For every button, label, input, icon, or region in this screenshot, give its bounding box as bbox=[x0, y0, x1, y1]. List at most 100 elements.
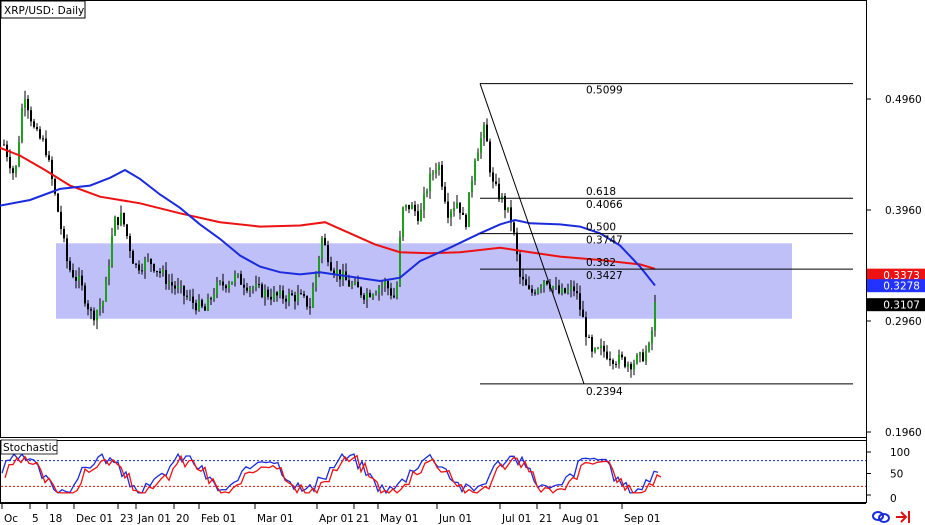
candle-body bbox=[177, 286, 179, 289]
candle-body bbox=[63, 228, 65, 239]
candle-body bbox=[30, 110, 32, 122]
candle-body bbox=[276, 292, 278, 296]
y-tick-label: 0.1960 bbox=[885, 427, 922, 439]
candle-body bbox=[123, 212, 125, 225]
fib-value-label: 0.2394 bbox=[586, 386, 623, 398]
chart-root: 0.5099 0.6180.4066 0.5000.3747 0.3820.3427 0… bbox=[0, 0, 925, 525]
candle-body bbox=[393, 295, 395, 298]
candle-body bbox=[27, 99, 29, 111]
candle-body bbox=[93, 310, 95, 321]
candle-body bbox=[39, 129, 41, 139]
stochastic-title: Stochastic bbox=[3, 442, 58, 454]
candle-body bbox=[60, 211, 62, 229]
candle-body bbox=[285, 298, 287, 302]
stochastic-frame bbox=[0, 440, 867, 503]
candle-body bbox=[528, 285, 530, 289]
candle-body bbox=[585, 317, 587, 338]
x-tick-label: Oc bbox=[4, 513, 18, 525]
candle-body bbox=[240, 274, 242, 285]
candle-body bbox=[252, 287, 254, 289]
candle-body bbox=[348, 280, 350, 287]
candle-body bbox=[132, 250, 134, 264]
fib-value-label: 0.4066 bbox=[586, 199, 623, 211]
candle-body bbox=[579, 293, 581, 310]
x-tick-label: Jun 01 bbox=[438, 513, 472, 525]
candle-body bbox=[297, 293, 299, 302]
candle-body bbox=[486, 124, 488, 142]
candle-body bbox=[141, 270, 143, 272]
candle-body bbox=[225, 285, 227, 289]
candle-body bbox=[372, 294, 374, 298]
candle-body bbox=[138, 264, 140, 271]
candle-body bbox=[651, 330, 653, 344]
candle-body bbox=[438, 164, 440, 170]
y-tick-label: 0.2960 bbox=[885, 316, 922, 328]
candle-body bbox=[81, 275, 83, 286]
candle-body bbox=[195, 302, 197, 311]
candle-body bbox=[489, 141, 491, 173]
candle-body bbox=[420, 209, 422, 221]
candle-body bbox=[171, 282, 173, 286]
candle-body bbox=[441, 164, 443, 187]
candle-body bbox=[336, 269, 338, 275]
candle-body bbox=[183, 285, 185, 296]
candle-body bbox=[612, 360, 614, 364]
candle-body bbox=[306, 295, 308, 307]
price-badge-label: 0.3278 bbox=[883, 281, 920, 293]
candle-body bbox=[522, 276, 524, 280]
candle-body bbox=[51, 159, 53, 180]
candle-body bbox=[597, 348, 599, 350]
candle-body bbox=[561, 288, 563, 294]
candle-body bbox=[609, 358, 611, 361]
candle-body bbox=[555, 285, 557, 287]
candle-body bbox=[570, 286, 572, 290]
candle-body bbox=[645, 351, 647, 362]
x-tick-label: Sep 01 bbox=[624, 513, 661, 525]
candle-body bbox=[222, 281, 224, 286]
candle-body bbox=[315, 272, 317, 288]
candle-body bbox=[624, 357, 626, 367]
candle-body bbox=[249, 288, 251, 291]
x-axis-ticks: Oc 5 18 Dec 01 23 Jan 01 20 Feb 01 Mar 01 Apr 01 2… bbox=[1, 503, 661, 525]
candle-body bbox=[351, 284, 353, 287]
chart-title: XRP/USD: Daily bbox=[4, 5, 84, 17]
candle-body bbox=[117, 217, 119, 226]
candle-body bbox=[66, 238, 68, 262]
candle-body bbox=[381, 285, 383, 288]
candle-body bbox=[75, 277, 77, 281]
x-tick-label: Jul 01 bbox=[501, 513, 531, 525]
arrow-icon[interactable] bbox=[896, 511, 910, 523]
candle-body bbox=[537, 288, 539, 294]
x-tick-label: May 01 bbox=[380, 513, 418, 525]
candle-body bbox=[210, 298, 212, 300]
candle-body bbox=[630, 363, 632, 370]
candle-body bbox=[72, 270, 74, 278]
candle-body bbox=[294, 295, 296, 302]
fib-ratio-label: 0.500 bbox=[586, 222, 616, 234]
candle-body bbox=[513, 222, 515, 233]
candle-body bbox=[603, 345, 605, 352]
candle-body bbox=[90, 309, 92, 311]
candle-body bbox=[111, 235, 113, 266]
candle-body bbox=[204, 306, 206, 311]
candle-body bbox=[426, 191, 428, 194]
candle-body bbox=[84, 285, 86, 304]
stochastic-y-ticks: 0 50 100 bbox=[866, 447, 910, 505]
candle-body bbox=[324, 237, 326, 246]
candle-body bbox=[582, 309, 584, 318]
link-icon[interactable] bbox=[872, 511, 890, 523]
candle-body bbox=[12, 168, 14, 173]
candle-body bbox=[216, 282, 218, 295]
candle-body bbox=[396, 285, 398, 298]
candle-body bbox=[15, 165, 17, 173]
candle-body bbox=[165, 270, 167, 284]
candle-body bbox=[534, 292, 536, 294]
y-axis-ticks: 0.1960 0.2960 0.3960 0.4960 bbox=[866, 94, 922, 439]
candle-body bbox=[627, 363, 629, 367]
candle-body bbox=[237, 274, 239, 276]
candle-body bbox=[492, 172, 494, 182]
candle-body bbox=[180, 285, 182, 287]
candle-body bbox=[189, 296, 191, 298]
candle-body bbox=[153, 264, 155, 272]
candle-body bbox=[246, 287, 248, 291]
